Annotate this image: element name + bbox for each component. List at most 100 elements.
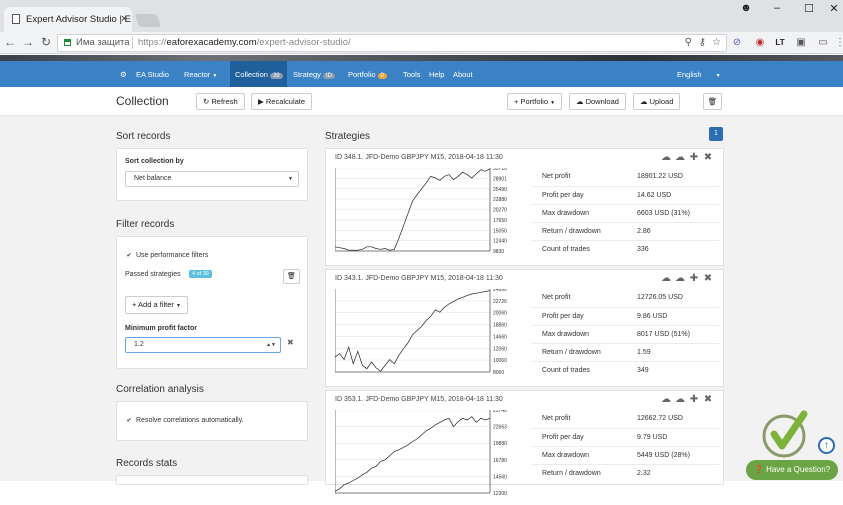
cloud-upload-icon[interactable]: ☁ bbox=[659, 273, 673, 284]
stat-value: 14.62 USD bbox=[637, 192, 672, 199]
stat-row: Net profit 12726.05 USD bbox=[531, 289, 719, 307]
strategy-stats: Net profit 12662.72 USD Profit per day 9.79… bbox=[531, 410, 719, 482]
stat-row: Max drawdown 5449 USD (28%) bbox=[531, 446, 719, 464]
address-bar-row: ← → ↻ Има защита https://eaforexacademy.… bbox=[0, 32, 843, 54]
browser-tab[interactable]: Expert Advisor Studio | E × bbox=[4, 7, 132, 32]
cloud-upload-icon[interactable]: ☁ bbox=[659, 394, 673, 405]
have-a-question-button[interactable]: ❓ Have a Question? bbox=[746, 460, 838, 480]
zoom-icon[interactable]: ⚲ bbox=[685, 35, 692, 51]
y-tick-label: 10060 bbox=[493, 358, 507, 364]
clear-filters-button[interactable]: 🗑 bbox=[283, 269, 300, 284]
cloud-upload-icon: ☁ bbox=[640, 97, 648, 106]
refresh-button[interactable]: ↻ Refresh bbox=[196, 93, 245, 110]
nav-portfolio[interactable]: Portfolio 0 bbox=[348, 70, 387, 79]
nav-strategy[interactable]: Strategy ID bbox=[293, 70, 335, 79]
stat-value: 12726.05 USD bbox=[637, 294, 683, 301]
new-tab-button[interactable] bbox=[134, 14, 162, 27]
y-tick-label: 33710 bbox=[493, 168, 507, 172]
nav-tools[interactable]: Tools bbox=[403, 70, 421, 79]
key-icon[interactable]: ⚷ bbox=[699, 35, 706, 51]
stat-label: Count of trades bbox=[542, 367, 590, 374]
stat-label: Return / drawdown bbox=[542, 228, 601, 235]
recalculate-button[interactable]: ▶ Recalculate bbox=[251, 93, 313, 110]
strategy-card[interactable]: ID 348.1. JFD-Demo GBPJPY M15, 2018-04-1… bbox=[325, 148, 724, 266]
equity-chart: 33710 28901 25490 22880 20270 17650 15050 12440… bbox=[335, 168, 507, 255]
recalculate-label: Recalculate bbox=[265, 97, 306, 106]
scroll-top-icon[interactable]: ↑ bbox=[818, 437, 835, 454]
strategies-heading: Strategies bbox=[325, 131, 371, 142]
y-tick-label: 14560 bbox=[493, 474, 507, 480]
stat-row: Count of trades 349 bbox=[531, 361, 719, 379]
close-icon[interactable]: ✖ bbox=[701, 152, 715, 163]
y-tick-label: 14660 bbox=[493, 334, 507, 340]
remove-filter-icon[interactable]: ✖ bbox=[287, 338, 294, 347]
stat-row: Return / drawdown 2.86 bbox=[531, 222, 719, 240]
y-tick-label: 22663 bbox=[493, 425, 507, 431]
stat-label: Net profit bbox=[542, 415, 571, 422]
stat-label: Count of trades bbox=[542, 246, 590, 253]
close-icon[interactable]: ✖ bbox=[701, 273, 715, 284]
lt-extension-icon[interactable]: LT bbox=[774, 37, 786, 49]
forward-icon[interactable]: → bbox=[21, 35, 35, 49]
bookmark-star-icon[interactable]: ☆ bbox=[712, 35, 721, 51]
minimize-icon[interactable]: – bbox=[767, 2, 787, 14]
y-tick-label: 12300 bbox=[493, 491, 507, 497]
profile-icon[interactable]: ☻ bbox=[736, 2, 756, 14]
blocker-icon[interactable]: ⊘ bbox=[731, 37, 743, 49]
stat-value: 9.79 USD bbox=[637, 434, 668, 441]
nav-help[interactable]: Help bbox=[429, 70, 444, 79]
use-filters-label: Use performance filters bbox=[136, 252, 209, 259]
min-profit-factor-value: 1.2 bbox=[134, 341, 144, 348]
cast-icon[interactable]: ▭ bbox=[817, 37, 829, 49]
plus-icon[interactable]: ✚ bbox=[687, 273, 701, 284]
stat-value: 18901.22 USD bbox=[637, 173, 683, 180]
back-icon[interactable]: ← bbox=[3, 35, 17, 49]
use-filters-checkbox[interactable]: ✔ bbox=[126, 253, 132, 259]
stat-row: Profit per day 14.62 USD bbox=[531, 186, 719, 204]
cloud-download-icon[interactable]: ☁ bbox=[673, 394, 687, 405]
nav-reactor[interactable]: Reactor ▼ bbox=[184, 70, 217, 79]
resolve-correlations-checkbox[interactable]: ✔ bbox=[126, 418, 132, 424]
upload-button[interactable]: ☁ Upload bbox=[633, 93, 681, 110]
portfolio-button[interactable]: + Portfolio ▼ bbox=[507, 93, 563, 110]
cloud-upload-icon[interactable]: ☁ bbox=[659, 152, 673, 163]
plus-icon[interactable]: ✚ bbox=[687, 152, 701, 163]
y-tick-label: 12440 bbox=[493, 239, 507, 245]
tab-close-icon[interactable]: × bbox=[121, 7, 127, 32]
min-profit-factor-label: Minimum profit factor bbox=[125, 325, 197, 332]
nav-collection[interactable]: Collection 39 bbox=[235, 70, 283, 79]
y-tick-label: 25490 bbox=[493, 187, 507, 193]
nav-ea-studio[interactable]: EA Studio bbox=[136, 70, 169, 79]
menu-icon[interactable]: ⋮ bbox=[834, 37, 843, 49]
equity-chart: 25740 22663 19880 16780 14560 12300 bbox=[335, 410, 507, 497]
url-text: https://eaforexacademy.com/expert-adviso… bbox=[138, 35, 351, 51]
spinner-icon[interactable]: ▲▼ bbox=[266, 338, 276, 352]
nav-about[interactable]: About bbox=[453, 70, 473, 79]
url-field[interactable]: Има защита https://eaforexacademy.com/ex… bbox=[57, 34, 727, 52]
sort-label: Sort collection by bbox=[125, 158, 184, 165]
strategy-stats: Net profit 12726.05 USD Profit per day 9.86… bbox=[531, 289, 719, 379]
stat-value: 2.32 bbox=[637, 470, 651, 477]
cloud-download-icon[interactable]: ☁ bbox=[673, 152, 687, 163]
extension-icon[interactable]: ◉ bbox=[754, 37, 766, 49]
strategy-card[interactable]: ID 343.1. JFD-Demo GBPJPY M15, 2018-04-1… bbox=[325, 269, 724, 387]
close-window-icon[interactable]: ✕ bbox=[824, 2, 843, 15]
strategy-card[interactable]: ID 353.1. JFD-Demo GBPJPY M15, 2018-04-1… bbox=[325, 390, 724, 497]
camera-icon[interactable]: ▣ bbox=[795, 37, 807, 49]
question-icon: ❓ bbox=[753, 465, 764, 474]
pagination-page[interactable]: 1 bbox=[709, 127, 723, 141]
add-filter-button[interactable]: + Add a filter ▼ bbox=[125, 296, 188, 314]
cloud-download-icon[interactable]: ☁ bbox=[673, 273, 687, 284]
close-icon[interactable]: ✖ bbox=[701, 394, 715, 405]
delete-collection-button[interactable]: 🗑 bbox=[703, 93, 722, 110]
sort-select[interactable]: Net balance ▼ bbox=[125, 171, 299, 187]
y-tick-label: 19880 bbox=[493, 441, 507, 447]
equity-line bbox=[335, 290, 491, 372]
passed-strategies-label: Passed strategies bbox=[125, 271, 181, 278]
language-select[interactable]: English ▼ bbox=[677, 70, 721, 79]
plus-icon[interactable]: ✚ bbox=[687, 394, 701, 405]
min-profit-factor-input[interactable]: 1.2 ▲▼ bbox=[125, 337, 281, 353]
maximize-icon[interactable]: ☐ bbox=[799, 2, 819, 15]
download-button[interactable]: ☁ Download bbox=[569, 93, 626, 110]
reload-icon[interactable]: ↻ bbox=[39, 35, 53, 49]
